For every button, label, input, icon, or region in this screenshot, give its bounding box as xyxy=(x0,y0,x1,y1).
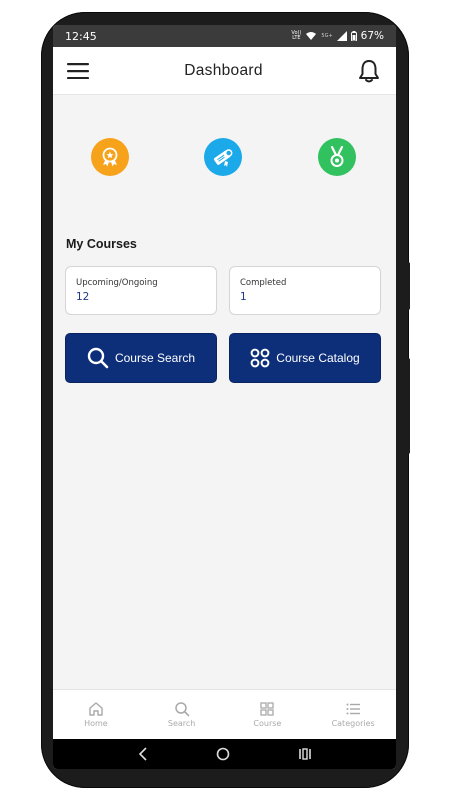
volume-button xyxy=(406,262,410,310)
nav-item-course[interactable]: Course xyxy=(225,690,311,739)
certificate-diploma-icon xyxy=(213,149,233,167)
grid-icon xyxy=(260,702,275,716)
volte-indicator: Vo)) LTE xyxy=(291,30,302,41)
award-badge[interactable] xyxy=(91,138,129,176)
page-title: Dashboard xyxy=(184,61,263,79)
medal-icon xyxy=(330,146,344,167)
nav-item-categories[interactable]: Categories xyxy=(310,690,396,739)
completed-label: Completed xyxy=(240,278,287,288)
upcoming-label: Upcoming/Ongoing xyxy=(76,278,158,288)
course-catalog-button[interactable]: Course Catalog xyxy=(229,333,381,383)
home-circle-icon[interactable] xyxy=(216,747,230,761)
home-icon xyxy=(89,702,103,716)
app-header: Dashboard xyxy=(53,47,396,95)
completed-count: 1 xyxy=(240,291,247,303)
signal-icon xyxy=(336,31,347,41)
nav-item-search[interactable]: Search xyxy=(139,690,225,739)
status-bar: 12:45 Vo)) LTE 5G+ 67% xyxy=(53,25,396,47)
search-icon xyxy=(174,702,189,717)
my-courses-heading: My Courses xyxy=(66,237,137,251)
bottom-navigation: Home Search Course Categories xyxy=(53,689,396,739)
network-type: 5G+ xyxy=(321,33,333,39)
app-screen: 12:45 Vo)) LTE 5G+ 67% Dashboard My Cour… xyxy=(53,25,396,769)
nav-item-home[interactable]: Home xyxy=(53,690,139,739)
nav-course-label: Course xyxy=(253,719,282,728)
medal-badge[interactable] xyxy=(318,138,356,176)
battery-icon xyxy=(350,31,357,41)
award-ribbon-icon xyxy=(102,147,118,167)
search-icon xyxy=(87,347,109,369)
status-icons: Vo)) LTE 5G+ 67% xyxy=(291,30,384,42)
completed-card[interactable]: Completed 1 xyxy=(229,266,381,315)
course-catalog-label: Course Catalog xyxy=(276,351,360,365)
status-time: 12:45 xyxy=(65,29,97,43)
course-search-label: Course Search xyxy=(114,351,196,365)
course-search-button[interactable]: Course Search xyxy=(65,333,217,383)
achievement-badges xyxy=(53,138,396,178)
catalog-grid-icon xyxy=(250,348,270,368)
bell-icon[interactable] xyxy=(358,59,380,83)
nav-home-label: Home xyxy=(84,719,108,728)
list-icon xyxy=(346,703,361,715)
hamburger-menu-icon[interactable] xyxy=(67,62,89,79)
nav-categories-label: Categories xyxy=(331,719,375,728)
upcoming-count: 12 xyxy=(76,291,90,303)
back-icon[interactable] xyxy=(137,747,149,761)
battery-percent: 67% xyxy=(360,30,384,42)
nav-search-label: Search xyxy=(167,719,196,728)
power-button xyxy=(406,358,410,454)
wifi-icon xyxy=(306,32,317,40)
upcoming-ongoing-card[interactable]: Upcoming/Ongoing 12 xyxy=(65,266,217,315)
certificate-badge[interactable] xyxy=(204,138,242,176)
system-navigation-bar xyxy=(53,739,396,769)
recent-apps-icon[interactable] xyxy=(298,747,312,761)
